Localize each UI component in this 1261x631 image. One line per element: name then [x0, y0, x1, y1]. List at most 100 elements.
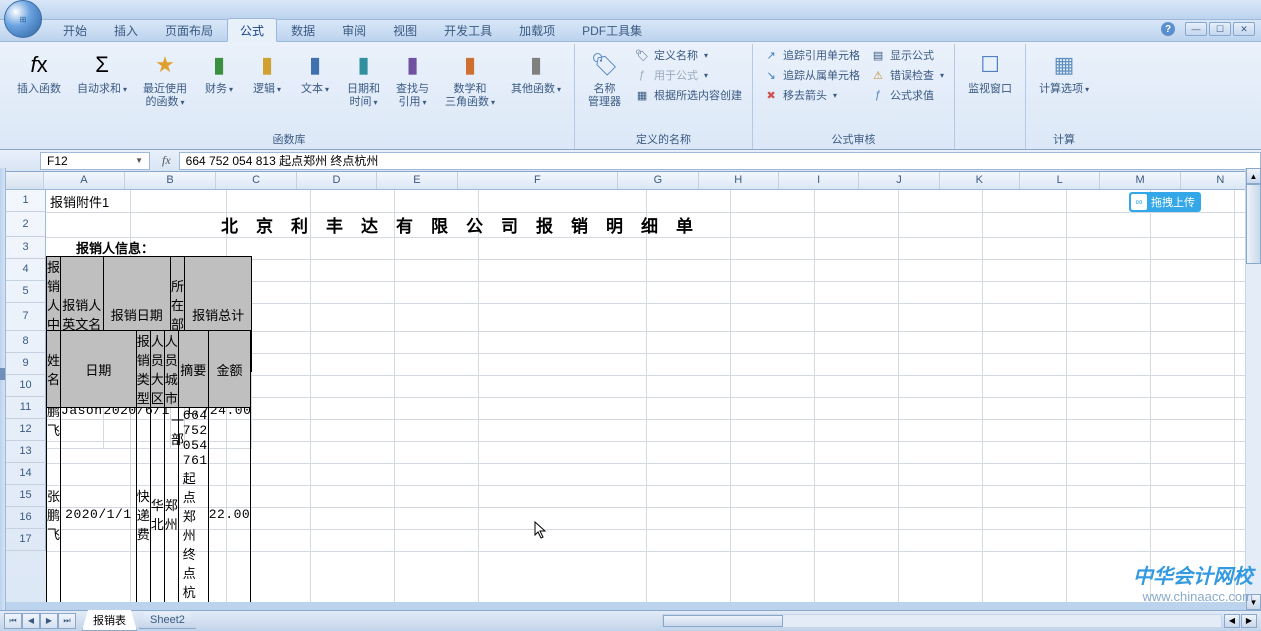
tab-dev[interactable]: 开发工具: [431, 18, 505, 41]
calc-icon: ▦: [1048, 49, 1080, 81]
row-header[interactable]: 10: [6, 375, 46, 397]
tab-view[interactable]: 视图: [380, 18, 430, 41]
col-header[interactable]: I: [779, 172, 859, 189]
select-all-corner[interactable]: [6, 172, 44, 189]
define-name-item[interactable]: 🏷定义名称▾: [630, 46, 746, 64]
hscroll-track[interactable]: [662, 614, 1222, 628]
restore-button[interactable]: ☐: [1209, 22, 1231, 36]
book-teal-icon: ▮: [348, 49, 380, 81]
fx-button[interactable]: fx: [154, 153, 179, 168]
sheet-tab[interactable]: Sheet2: [139, 612, 196, 629]
trace-dependents-item[interactable]: ↘追踪从属单元格: [759, 66, 864, 84]
formula-input[interactable]: 664 752 054 813 起点郑州 终点杭州: [179, 152, 1261, 170]
row-header[interactable]: 7: [6, 303, 46, 331]
col-header[interactable]: G: [618, 172, 698, 189]
row-header[interactable]: 3: [6, 237, 46, 259]
formula-text: 664 752 054 813 起点郑州 终点杭州: [186, 152, 379, 169]
next-sheet-button[interactable]: ▶: [40, 613, 58, 629]
minimize-button[interactable]: —: [1185, 22, 1207, 36]
row-header[interactable]: 17: [6, 529, 46, 551]
scroll-thumb[interactable]: [1246, 184, 1261, 264]
row-header[interactable]: 16: [6, 507, 46, 529]
spreadsheet-grid[interactable]: A B C D E F G H I J K L M N 123457891011…: [6, 172, 1261, 602]
error-check-item[interactable]: ⚠错误检查▾: [866, 66, 948, 84]
window-icon: ☐: [974, 49, 1006, 81]
scroll-track[interactable]: [1246, 184, 1261, 594]
cells-area[interactable]: 报销附件1 北京利丰达有限公司报销明细单 报销人信息： 报销人中文名 报销人英文…: [46, 190, 1261, 602]
col-header[interactable]: L: [1020, 172, 1100, 189]
col-header[interactable]: M: [1100, 172, 1180, 189]
book-green-icon: ▮: [203, 49, 235, 81]
row-header[interactable]: 11: [6, 397, 46, 419]
hscroll-thumb[interactable]: [663, 615, 783, 627]
scroll-up-button[interactable]: ▲: [1246, 168, 1261, 184]
first-sheet-button[interactable]: ⏮: [4, 613, 22, 629]
text-button[interactable]: ▮文本▾: [292, 46, 338, 99]
row-header[interactable]: 5: [6, 281, 46, 303]
watch-window-button[interactable]: ☐监视窗口: [961, 46, 1019, 99]
name-box[interactable]: F12 ▼: [40, 152, 150, 170]
recent-functions-button[interactable]: ★最近使用 的函数▾: [136, 46, 194, 112]
table-cell: 664 752 054 761 起点郑州 终点杭州: [178, 408, 208, 603]
row-header[interactable]: 9: [6, 353, 46, 375]
col-header[interactable]: K: [940, 172, 1020, 189]
row-header[interactable]: 12: [6, 419, 46, 441]
col-header[interactable]: E: [377, 172, 457, 189]
row-header[interactable]: 14: [6, 463, 46, 485]
show-formulas-item[interactable]: ▤显示公式: [866, 46, 948, 64]
col-header[interactable]: C: [216, 172, 296, 189]
book-gray-icon: ▮: [520, 49, 552, 81]
close-button[interactable]: ✕: [1233, 22, 1255, 36]
tab-layout[interactable]: 页面布局: [152, 18, 226, 41]
sheet-tab-active[interactable]: 报销表: [82, 610, 137, 631]
split-marker[interactable]: [0, 368, 5, 380]
autosum-button[interactable]: Σ自动求和▾: [70, 46, 134, 99]
col-header[interactable]: D: [297, 172, 377, 189]
col-header[interactable]: H: [699, 172, 779, 189]
row-header[interactable]: 13: [6, 441, 46, 463]
trace-precedents-item[interactable]: ↗追踪引用单元格: [759, 46, 864, 64]
row-header[interactable]: 15: [6, 485, 46, 507]
office-button[interactable]: ⊞: [4, 0, 42, 38]
row-header[interactable]: 1: [6, 190, 46, 212]
col-header[interactable]: J: [859, 172, 939, 189]
col-header[interactable]: B: [125, 172, 217, 189]
prev-sheet-button[interactable]: ◀: [22, 613, 40, 629]
scroll-right-button[interactable]: ▶: [1241, 614, 1257, 628]
insert-function-button[interactable]: fx插入函数: [10, 46, 68, 99]
help-icon[interactable]: ?: [1161, 22, 1175, 36]
column-headers: A B C D E F G H I J K L M N: [6, 172, 1261, 190]
tab-addins[interactable]: 加载项: [506, 18, 568, 41]
tab-formulas[interactable]: 公式: [227, 18, 277, 42]
precedents-icon: ↗: [763, 49, 779, 62]
last-sheet-button[interactable]: ⏭: [58, 613, 76, 629]
create-from-selection-item[interactable]: ▦根据所选内容创建: [630, 86, 746, 104]
row-header[interactable]: 8: [6, 331, 46, 353]
tab-home[interactable]: 开始: [50, 18, 100, 41]
tab-pdf[interactable]: PDF工具集: [569, 18, 655, 41]
remove-arrows-item[interactable]: ✖移去箭头▾: [759, 86, 864, 104]
scroll-down-button[interactable]: ▼: [1246, 594, 1261, 610]
evaluate-formula-item[interactable]: ƒ公式求值: [866, 86, 948, 104]
tab-review[interactable]: 审阅: [329, 18, 379, 41]
tab-data[interactable]: 数据: [278, 18, 328, 41]
scroll-left-button[interactable]: ◀: [1224, 614, 1240, 628]
other-functions-button[interactable]: ▮其他函数▾: [504, 46, 568, 99]
lookup-button[interactable]: ▮查找与 引用▾: [389, 46, 436, 112]
name-manager-button[interactable]: 🏷名称 管理器: [581, 46, 628, 112]
col-header[interactable]: F: [458, 172, 619, 189]
logical-button[interactable]: ▮逻辑▾: [244, 46, 290, 99]
row-header[interactable]: 2: [6, 212, 46, 237]
financial-button[interactable]: ▮财务▾: [196, 46, 242, 99]
vertical-scrollbar[interactable]: ▲ ▼: [1245, 168, 1261, 610]
row-header[interactable]: 4: [6, 259, 46, 281]
col-header[interactable]: A: [44, 172, 124, 189]
datetime-button[interactable]: ▮日期和 时间▾: [340, 46, 387, 112]
table-hdr: 人员城市: [164, 331, 178, 408]
group-formula-auditing: ↗追踪引用单元格 ↘追踪从属单元格 ✖移去箭头▾ ▤显示公式 ⚠错误检查▾ ƒ公…: [753, 44, 955, 149]
calc-options-button[interactable]: ▦计算选项▾: [1032, 46, 1096, 99]
chevron-down-icon[interactable]: ▼: [135, 156, 143, 165]
math-button[interactable]: ▮数学和 三角函数▾: [438, 46, 502, 112]
upload-badge[interactable]: ∞ 拖拽上传: [1129, 192, 1201, 212]
tab-insert[interactable]: 插入: [101, 18, 151, 41]
